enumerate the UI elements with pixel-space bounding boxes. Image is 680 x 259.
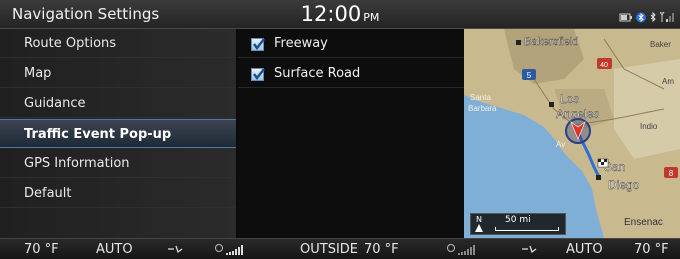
freeway-checkbox[interactable] [251, 38, 265, 51]
clock: 12:00 PM [0, 2, 680, 26]
clock-ampm: PM [363, 11, 380, 24]
scale-bar [495, 227, 559, 231]
map-label-diego: Diego [608, 178, 640, 192]
map-label-indio: Indio [640, 122, 658, 131]
climate-bar: 70 °F AUTO OUTSIDE 70 °F AUTO 70 °F [0, 238, 680, 259]
left-airflow-icon[interactable] [166, 243, 184, 259]
left-fan-speed-icon[interactable] [214, 243, 254, 259]
map-label-av: Av [556, 140, 565, 149]
checkmark-icon [253, 38, 265, 50]
option-freeway[interactable]: Freeway [238, 29, 464, 58]
right-mode[interactable]: AUTO [566, 242, 603, 257]
surface-road-label: Surface Road [274, 66, 361, 81]
highway-5-label: 5 [527, 71, 532, 80]
city-marker-san-diego [596, 175, 601, 180]
option-surface-road[interactable]: Surface Road [238, 59, 464, 88]
city-marker-bakersfield [516, 40, 521, 45]
current-position-icon [565, 118, 591, 144]
menu-item-gps-information[interactable]: GPS Information [0, 149, 236, 178]
highway-8-label: 8 [669, 169, 674, 178]
menu-item-route-options[interactable]: Route Options [0, 29, 236, 58]
battery-icon [619, 8, 633, 22]
map-label-bakersfield: Bakersfield [524, 36, 578, 48]
map-label-barbara: Barbara [468, 104, 497, 113]
bluetooth-icon [636, 8, 646, 23]
settings-menu: Route Options Map Guidance Traffic Event… [0, 29, 236, 238]
status-icons [619, 8, 674, 23]
status-bar: Navigation Settings 12:00 PM [0, 0, 680, 29]
north-arrow-icon [475, 224, 483, 232]
navigation-map[interactable]: 5 40 8 Bakersfield Baker Am Santa Barbar… [464, 29, 680, 238]
left-temp[interactable]: 70 °F [24, 242, 59, 257]
menu-item-traffic-event-popup[interactable]: Traffic Event Pop-up [0, 119, 236, 148]
freeway-label: Freeway [274, 36, 328, 51]
right-fan-speed-icon[interactable] [446, 243, 486, 259]
menu-item-map[interactable]: Map [0, 59, 236, 88]
bluetooth-phone-icon [649, 8, 657, 23]
highway-40-label: 40 [600, 62, 608, 69]
map-label-ensenada: Ensenac [624, 217, 663, 228]
menu-item-guidance[interactable]: Guidance [0, 89, 236, 118]
right-airflow-icon[interactable] [520, 243, 538, 259]
map-label-baker: Baker [650, 40, 671, 49]
map-scale: N 50 mi [470, 213, 566, 235]
map-label-santa: Santa [470, 93, 491, 102]
menu-item-default[interactable]: Default [0, 179, 236, 208]
map-label-los: Los [560, 92, 579, 106]
map-label-am: Am [662, 77, 674, 86]
destination-flag-icon [597, 158, 609, 168]
north-label: N [476, 215, 482, 224]
left-mode[interactable]: AUTO [96, 242, 133, 257]
scale-distance: 50 mi [505, 215, 531, 225]
clock-time: 12:00 [300, 2, 362, 26]
right-temp[interactable]: 70 °F [634, 242, 669, 257]
city-marker-los-angeles [549, 102, 554, 107]
checkmark-icon [253, 68, 265, 80]
signal-icon [659, 8, 674, 22]
outside-label: OUTSIDE [300, 242, 358, 257]
outside-temp: 70 °F [364, 242, 399, 257]
surface-road-checkbox[interactable] [251, 68, 265, 81]
traffic-options-panel: Freeway Surface Road [238, 29, 464, 238]
